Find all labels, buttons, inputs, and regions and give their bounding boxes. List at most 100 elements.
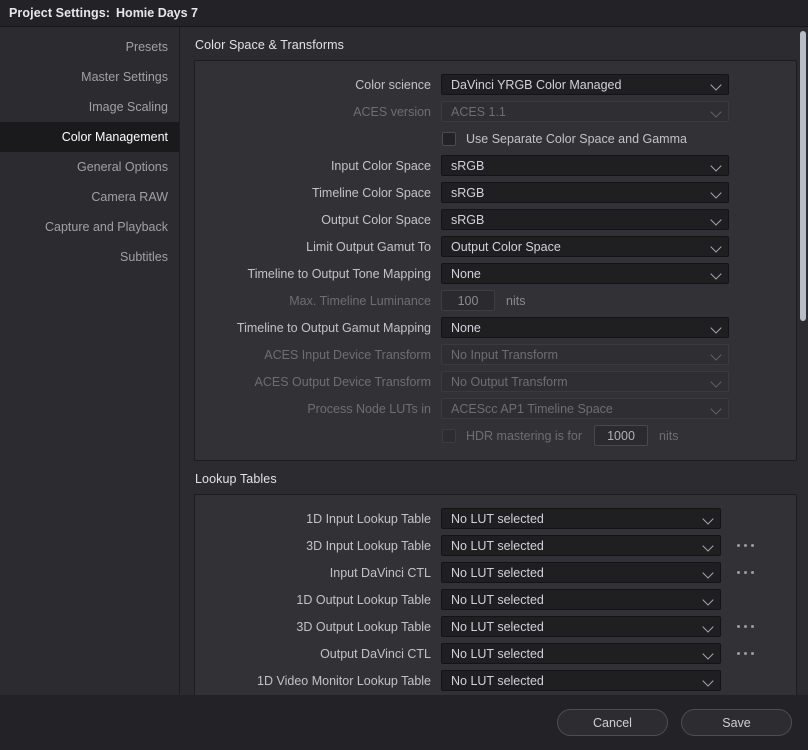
row-process-node-luts-in: Process Node LUTs in ACEScc AP1 Timeline … (195, 395, 796, 422)
row-timeline-to-output-gamut-mapping: Timeline to Output Gamut Mapping None (195, 314, 796, 341)
dropdown-3d-input-lookup-table[interactable]: No LUT selected (441, 535, 721, 556)
dropdown-aces-version: ACES 1.1 (441, 101, 729, 122)
project-name: Homie Days 7 (116, 6, 199, 20)
scrollbar-thumb[interactable] (800, 31, 806, 321)
label-aces-input-device-transform: ACES Input Device Transform (264, 347, 431, 362)
dropdown-limit-output-gamut-to[interactable]: Output Color Space (441, 236, 729, 257)
browse-lut-button-input-davinci-ctl[interactable] (737, 562, 763, 583)
chevron-down-icon (703, 621, 714, 632)
panel-color-space-transforms: Color science DaVinci YRGB Color Managed A… (194, 60, 797, 461)
dropdown-process-node-luts-in: ACEScc AP1 Timeline Space (441, 398, 729, 419)
label-1d-output-lookup-table: 1D Output Lookup Table (296, 592, 431, 607)
sidebar-item-subtitles[interactable]: Subtitles (0, 242, 179, 272)
dropdown-output-color-space[interactable]: sRGB (441, 209, 729, 230)
dot-icon (737, 625, 740, 628)
dropdown-1d-video-monitor-lookup-table[interactable]: No LUT selected (441, 670, 721, 691)
dropdown-value: sRGB (451, 212, 485, 227)
section-title-color-space-transforms: Color Space & Transforms (195, 38, 344, 52)
browse-lut-button-output-davinci-ctl[interactable] (737, 643, 763, 664)
dialog-footer: Cancel Save (0, 695, 808, 750)
dot-icon (737, 652, 740, 655)
row-input-davinci-ctl: Input DaVinci CTL No LUT selected (195, 559, 796, 586)
dropdown-1d-input-lookup-table[interactable]: No LUT selected (441, 508, 721, 529)
dropdown-aces-output-device-transform: No Output Transform (441, 371, 729, 392)
dot-icon (737, 544, 740, 547)
dropdown-input-davinci-ctl[interactable]: No LUT selected (441, 562, 721, 583)
sidebar-item-camera-raw[interactable]: Camera RAW (0, 182, 179, 212)
label-color-science: Color science (355, 77, 431, 92)
checkbox-use-separate-color-space-and-gamma[interactable] (442, 131, 456, 146)
input-max-timeline-luminance[interactable]: 100 (441, 290, 495, 311)
row-input-color-space: Input Color Space sRGB (195, 152, 796, 179)
row-limit-output-gamut-to: Limit Output Gamut To Output Color Space (195, 233, 796, 260)
dialog-body: Presets Master Settings Image Scaling Color… (0, 27, 808, 695)
row-hdr-mastering-is-for: HDR mastering is for 1000 nits (195, 422, 796, 449)
settings-content: Color Space & Transforms Color science DaV… (180, 27, 808, 695)
dot-icon (744, 544, 747, 547)
content-scrollbar[interactable] (799, 27, 807, 695)
input-hdr-mastering-is-for[interactable]: 1000 (594, 425, 648, 446)
dropdown-input-color-space[interactable]: sRGB (441, 155, 729, 176)
dropdown-value: Output Color Space (451, 239, 561, 254)
label-output-color-space: Output Color Space (321, 212, 431, 227)
row-1d-input-lookup-table: 1D Input Lookup Table No LUT selected (195, 505, 796, 532)
sidebar-item-label: Master Settings (81, 70, 168, 84)
sidebar-item-capture-and-playback[interactable]: Capture and Playback (0, 212, 179, 242)
chevron-down-icon (711, 160, 722, 171)
dropdown-value: ACES 1.1 (451, 104, 506, 119)
chevron-down-icon (711, 403, 722, 414)
dropdown-value: No LUT selected (451, 673, 544, 688)
chevron-down-icon (703, 648, 714, 659)
label-input-color-space: Input Color Space (330, 158, 431, 173)
settings-sidebar: Presets Master Settings Image Scaling Color… (0, 27, 180, 695)
label-3d-input-lookup-table: 3D Input Lookup Table (306, 538, 431, 553)
label-process-node-luts-in: Process Node LUTs in (307, 401, 431, 416)
dropdown-3d-output-lookup-table[interactable]: No LUT selected (441, 616, 721, 637)
dropdown-value: No Input Transform (451, 347, 558, 362)
checkbox-hdr-mastering-is-for[interactable] (442, 428, 456, 443)
row-3d-output-lookup-table: 3D Output Lookup Table No LUT selected (195, 613, 796, 640)
chevron-down-icon (703, 513, 714, 524)
chevron-down-icon (711, 268, 722, 279)
chevron-down-icon (711, 241, 722, 252)
row-3d-input-lookup-table: 3D Input Lookup Table No LUT selected (195, 532, 796, 559)
dropdown-value: No LUT selected (451, 592, 544, 607)
dropdown-output-davinci-ctl[interactable]: No LUT selected (441, 643, 721, 664)
browse-lut-button-3d-output-lookup-table[interactable] (737, 616, 763, 637)
row-aces-output-device-transform: ACES Output Device Transform No Output Tr… (195, 368, 796, 395)
sidebar-item-general-options[interactable]: General Options (0, 152, 179, 182)
section-title-lookup-tables: Lookup Tables (195, 472, 277, 486)
sidebar-item-image-scaling[interactable]: Image Scaling (0, 92, 179, 122)
sidebar-item-label: General Options (76, 160, 168, 174)
row-timeline-to-output-tone-mapping: Timeline to Output Tone Mapping None (195, 260, 796, 287)
label-1d-input-lookup-table: 1D Input Lookup Table (306, 511, 431, 526)
row-aces-version: ACES version ACES 1.1 (195, 98, 796, 125)
chevron-down-icon (711, 106, 722, 117)
unit-label-hdr-mastering-is-for: nits (659, 428, 679, 443)
settings-content-inner: Color Space & Transforms Color science DaV… (180, 27, 808, 695)
label-3d-output-lookup-table: 3D Output Lookup Table (296, 619, 431, 634)
sidebar-item-master-settings[interactable]: Master Settings (0, 62, 179, 92)
sidebar-item-color-management[interactable]: Color Management (0, 122, 179, 152)
dropdown-timeline-to-output-gamut-mapping[interactable]: None (441, 317, 729, 338)
sidebar-item-presets[interactable]: Presets (0, 32, 179, 62)
dialog-title-label: Project Settings: (9, 6, 111, 20)
row-output-color-space: Output Color Space sRGB (195, 206, 796, 233)
chevron-down-icon (711, 79, 722, 90)
label-limit-output-gamut-to: Limit Output Gamut To (306, 239, 431, 254)
dot-icon (751, 625, 754, 628)
dropdown-color-science[interactable]: DaVinci YRGB Color Managed (441, 74, 729, 95)
cancel-button[interactable]: Cancel (557, 709, 668, 736)
dropdown-value: DaVinci YRGB Color Managed (451, 77, 622, 92)
dropdown-1d-output-lookup-table[interactable]: No LUT selected (441, 589, 721, 610)
sidebar-item-label: Subtitles (120, 250, 168, 264)
label-timeline-to-output-gamut-mapping: Timeline to Output Gamut Mapping (236, 320, 431, 335)
dropdown-timeline-color-space[interactable]: sRGB (441, 182, 729, 203)
dropdown-value: No LUT selected (451, 619, 544, 634)
save-button[interactable]: Save (681, 709, 792, 736)
dropdown-timeline-to-output-tone-mapping[interactable]: None (441, 263, 729, 284)
dot-icon (737, 571, 740, 574)
browse-lut-button-3d-input-lookup-table[interactable] (737, 535, 763, 556)
label-max-timeline-luminance: Max. Timeline Luminance (289, 293, 431, 308)
